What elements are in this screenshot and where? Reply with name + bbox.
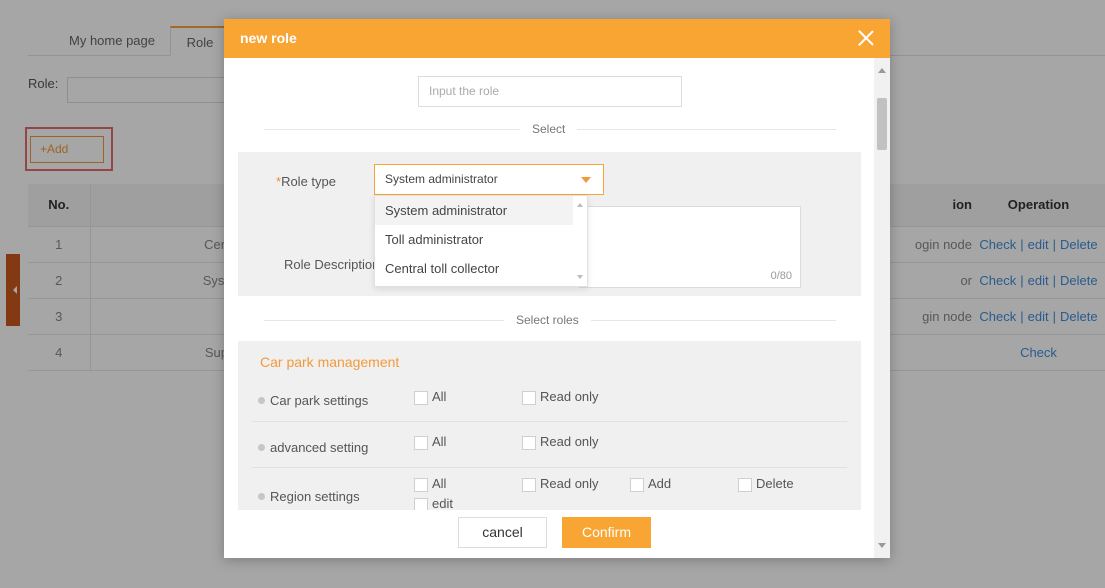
dialog-body: Input the role Select *Role type System … bbox=[224, 58, 890, 558]
dialog-scrollbar[interactable] bbox=[874, 58, 890, 558]
dialog-footer: cancel Confirm bbox=[224, 510, 874, 558]
bullet-icon bbox=[258, 444, 265, 451]
permission-name: advanced setting bbox=[270, 440, 369, 455]
section-select-roles-label: Select roles bbox=[504, 313, 591, 327]
role-description-label: Role Description bbox=[284, 257, 380, 272]
checkbox-add[interactable] bbox=[630, 478, 644, 492]
role-type-label-text: Role type bbox=[281, 174, 336, 189]
checkbox-label: Read only bbox=[540, 389, 599, 404]
dropdown-scrollbar[interactable] bbox=[573, 196, 587, 286]
checkbox-label: Delete bbox=[756, 476, 794, 491]
description-char-count: 0/80 bbox=[770, 270, 792, 282]
role-type-selected-value: System administrator bbox=[385, 172, 498, 186]
checkbox-label: All bbox=[432, 389, 447, 404]
dropdown-option[interactable]: Toll administrator bbox=[375, 225, 587, 254]
checkbox-label: edit bbox=[432, 496, 453, 511]
checkbox-all[interactable] bbox=[414, 436, 428, 450]
new-role-dialog: new role Input the role Select *Role typ… bbox=[224, 19, 890, 558]
bullet-icon bbox=[258, 493, 265, 500]
close-icon[interactable] bbox=[856, 28, 876, 48]
checkbox-label: Add bbox=[648, 476, 672, 491]
permission-row: advanced setting All Read only bbox=[238, 422, 861, 468]
role-name-input[interactable]: Input the role bbox=[418, 76, 682, 107]
dialog-title: new role bbox=[240, 30, 297, 46]
checkbox-label: Read only bbox=[540, 434, 599, 449]
checkbox-read-only[interactable] bbox=[522, 391, 536, 405]
checkbox-label: Read only bbox=[540, 476, 599, 491]
scroll-down-icon bbox=[878, 543, 886, 552]
checkbox-delete[interactable] bbox=[738, 478, 752, 492]
cancel-button[interactable]: cancel bbox=[458, 517, 547, 548]
checkbox-read-only[interactable] bbox=[522, 478, 536, 492]
checkbox-label: All bbox=[432, 476, 447, 491]
section-select-label: Select bbox=[520, 122, 578, 136]
role-type-dropdown: System administrator Toll administrator … bbox=[374, 195, 588, 287]
bullet-icon bbox=[258, 397, 265, 404]
role-description-textarea[interactable]: 0/80 bbox=[579, 206, 801, 288]
checkbox-all[interactable] bbox=[414, 391, 428, 405]
dialog-header: new role bbox=[224, 19, 890, 58]
checkbox-all[interactable] bbox=[414, 478, 428, 492]
dropdown-option[interactable]: System administrator bbox=[375, 196, 587, 225]
checkbox-read-only[interactable] bbox=[522, 436, 536, 450]
scroll-down-icon bbox=[577, 275, 583, 282]
scrollbar-thumb[interactable] bbox=[877, 98, 887, 150]
permission-name: Region settings bbox=[270, 489, 360, 504]
chevron-down-icon bbox=[581, 177, 591, 188]
role-type-select[interactable]: System administrator bbox=[374, 164, 604, 195]
dropdown-option[interactable]: Central toll collector bbox=[375, 254, 587, 283]
scroll-up-icon bbox=[878, 64, 886, 73]
confirm-button[interactable]: Confirm bbox=[562, 517, 651, 548]
permission-group-title: Car park management bbox=[260, 354, 400, 370]
checkbox-label: All bbox=[432, 434, 447, 449]
permission-name: Car park settings bbox=[270, 393, 369, 408]
role-type-label: *Role type bbox=[276, 174, 336, 189]
permission-row: Car park settings All Read only bbox=[238, 376, 861, 422]
scroll-up-icon bbox=[577, 200, 583, 207]
